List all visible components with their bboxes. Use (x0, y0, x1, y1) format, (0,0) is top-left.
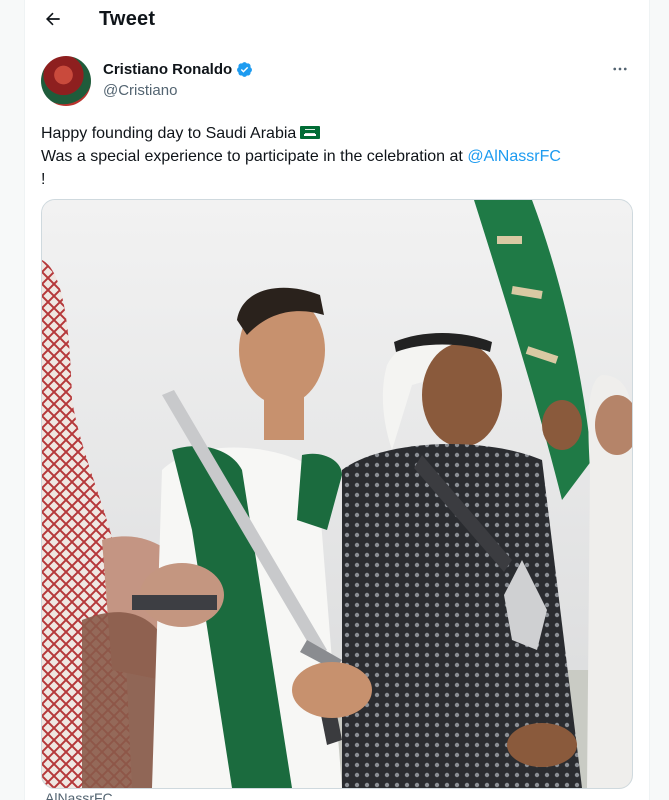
page-title: Tweet (99, 7, 156, 30)
tweet-line-1-text: Happy founding day to Saudi Arabia (41, 125, 297, 142)
author-name[interactable]: Cristiano Ronaldo (103, 61, 232, 78)
tweet-line-2-text: Was a special experience to participate … (41, 148, 468, 165)
saudi-flag-icon (300, 126, 321, 139)
celebration-photo (42, 200, 632, 788)
tweet-text: Happy founding day to Saudi Arabia Was a… (41, 122, 637, 191)
back-button[interactable] (35, 1, 71, 37)
header-bar: Tweet (25, 0, 649, 38)
footer-partial-text: AlNassrFC (45, 790, 113, 800)
tweet-line-3: ! (41, 171, 46, 188)
mention-link[interactable]: @AlNassrFC (467, 148, 561, 165)
author-names: Cristiano Ronaldo @Cristiano (103, 61, 253, 99)
tweet-page: Tweet Cristiano Ronaldo @Cristiano Happy (24, 0, 650, 800)
author-handle[interactable]: @Cristiano (103, 82, 253, 99)
more-horizontal-icon (613, 67, 627, 71)
tweet-media-photo[interactable] (41, 199, 633, 789)
author-name-row: Cristiano Ronaldo (103, 61, 253, 78)
tweet-line-2: Was a special experience to participate … (41, 145, 637, 168)
arrow-left-icon (46, 12, 60, 26)
more-options-button[interactable] (609, 60, 631, 78)
verified-badge-icon (237, 62, 253, 77)
avatar[interactable] (41, 56, 91, 106)
tweet-author: Cristiano Ronaldo @Cristiano (41, 56, 633, 110)
tweet-line-1: Happy founding day to Saudi Arabia (41, 122, 637, 145)
